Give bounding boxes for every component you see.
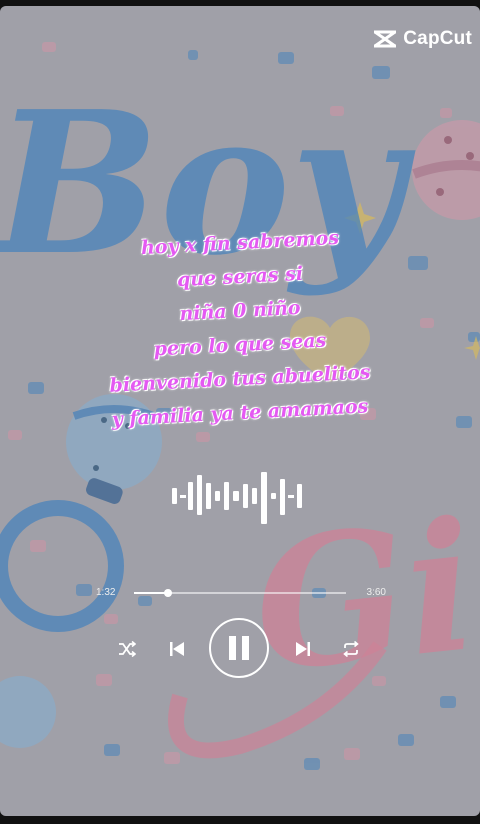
pause-button[interactable] (209, 618, 269, 678)
repeat-button[interactable] (340, 638, 362, 660)
progress-bar: 1:32 3:60 (96, 584, 386, 602)
next-button[interactable] (292, 638, 314, 660)
video-screen: Boy Girl CapCut hoy x fin sabremos que s… (0, 0, 480, 824)
video-frame: Boy Girl CapCut hoy x fin sabremos que s… (0, 6, 480, 816)
shuffle-icon (119, 640, 136, 658)
playback-controls (110, 618, 370, 682)
capcut-watermark: CapCut (373, 28, 472, 50)
skip-previous-icon (170, 642, 184, 656)
pause-icon (229, 636, 249, 660)
watermark-label: CapCut (403, 28, 472, 49)
seek-track[interactable] (134, 589, 346, 597)
seek-handle[interactable] (163, 589, 172, 597)
total-time: 3:60 (366, 587, 386, 598)
repeat-icon (343, 641, 359, 657)
audio-waveform-icon (172, 472, 302, 524)
skip-next-icon (296, 642, 310, 656)
current-time: 1:32 (96, 587, 116, 598)
capcut-logo-icon (374, 30, 397, 48)
seek-fill (134, 592, 168, 594)
shuffle-button[interactable] (116, 638, 138, 660)
previous-button[interactable] (166, 638, 188, 660)
lyrics-block: hoy x fin sabremos que seras si niña 0 n… (0, 226, 480, 431)
